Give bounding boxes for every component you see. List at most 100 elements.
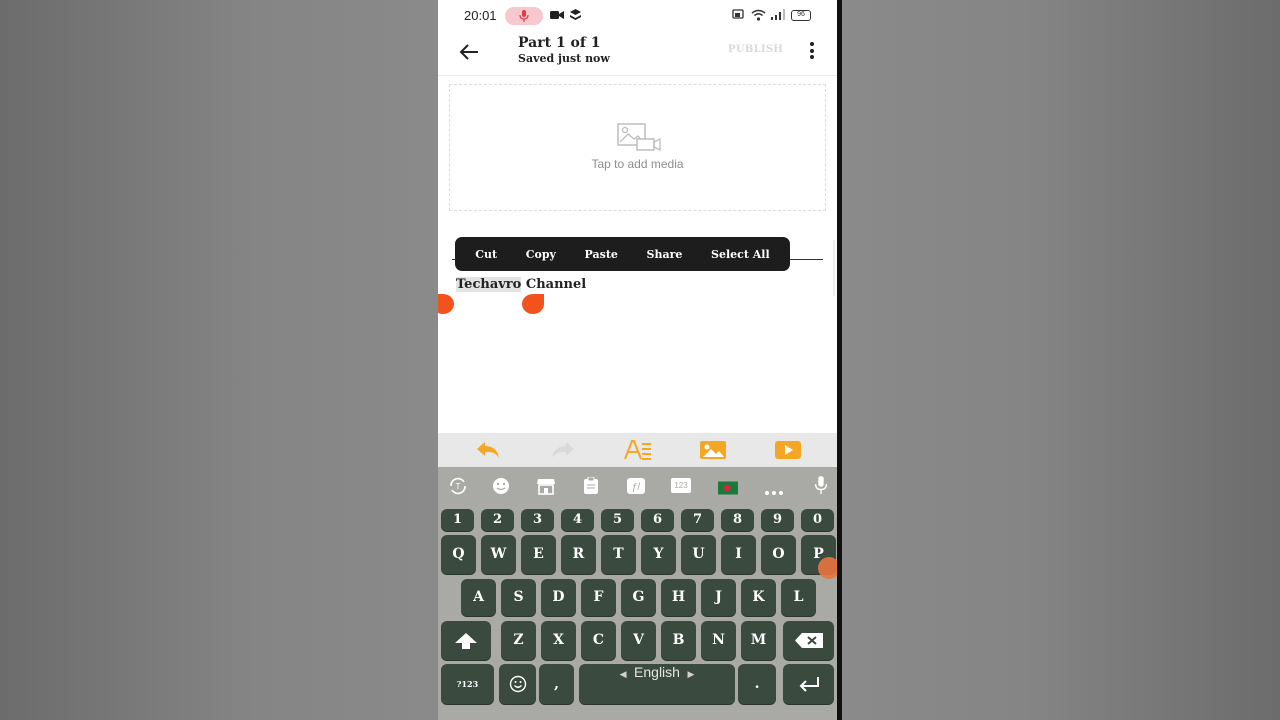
insert-image-icon[interactable] [699,440,727,460]
back-arrow-icon[interactable] [458,41,480,63]
enter-icon [799,677,819,692]
key-c[interactable]: C [581,621,616,660]
cut-button[interactable]: Cut [475,248,497,261]
status-time: 20:01 [464,8,497,23]
key-u[interactable]: U [681,535,716,574]
emoji-icon[interactable] [491,477,511,495]
share-button[interactable]: Share [647,248,683,261]
publish-button[interactable]: PUBLISH [728,44,783,55]
symbols-key[interactable]: ?123 [441,664,494,704]
key-0[interactable]: 0 [801,509,834,531]
redo-icon[interactable] [550,440,576,460]
text-format-icon[interactable] [624,440,652,460]
story-text[interactable]: Techavro Channel [456,277,586,292]
key-k[interactable]: K [741,579,776,616]
clipboard-icon[interactable] [582,477,600,495]
shift-arrow-icon [455,633,477,649]
key-x[interactable]: X [541,621,576,660]
key-b[interactable]: B [661,621,696,660]
key-3[interactable]: 3 [521,509,554,531]
editor-header: Part 1 of 1 Saved just now PUBLISH [438,32,837,76]
translate-icon[interactable]: ƒ/ [626,477,646,495]
key-i[interactable]: I [721,535,756,574]
text-selection-menu: Cut Copy Paste Share Select All [455,237,790,271]
key-e[interactable]: E [521,535,556,574]
key-r[interactable]: R [561,535,596,574]
save-status: Saved just now [518,52,610,65]
left-arrow-icon: ◀ [619,669,635,679]
video-camera-icon [550,11,564,19]
key-z[interactable]: Z [501,621,536,660]
period-key[interactable]: . [738,664,776,704]
key-1[interactable]: 1 [441,509,474,531]
bangladesh-flag-icon[interactable] [718,479,738,497]
key-t[interactable]: T [601,535,636,574]
wifi-icon [751,9,766,21]
copy-button[interactable]: Copy [526,248,556,261]
mic-recording-icon [505,7,543,25]
shift-key[interactable] [441,621,491,660]
svg-text:T: T [456,482,461,491]
editor-toolbar [438,433,837,467]
key-5[interactable]: 5 [601,509,634,531]
status-bar: 20:01 96 [438,0,837,32]
key-2[interactable]: 2 [481,509,514,531]
key-d[interactable]: D [541,579,576,616]
key-8[interactable]: 8 [721,509,754,531]
selected-text: Techavro [456,277,522,292]
key-s[interactable]: S [501,579,536,616]
number-pad-icon[interactable]: 123 [671,478,691,493]
more-options-icon[interactable] [806,42,818,62]
part-title: Part 1 of 1 [518,35,601,51]
key-q[interactable]: Q [441,535,476,574]
layers-icon [570,9,581,20]
cast-icon [732,9,744,19]
add-media-text: Tap to add media [591,157,684,171]
key-y[interactable]: Y [641,535,676,574]
selection-start-handle[interactable] [438,294,454,314]
key-h[interactable]: H [661,579,696,616]
backspace-key[interactable] [783,621,834,660]
battery-icon: 96 [791,10,811,21]
key-w[interactable]: W [481,535,516,574]
svg-text:ƒ/: ƒ/ [632,482,641,493]
selection-end-handle[interactable] [522,294,544,314]
scroll-indicator [833,240,835,296]
key-a[interactable]: A [461,579,496,616]
select-all-button[interactable]: Select All [711,248,770,261]
more-icon[interactable] [764,484,784,502]
comma-label: , [554,676,559,692]
language-label: English [634,664,680,680]
text-sync-icon[interactable]: T [448,477,468,495]
signal-icon [771,9,785,20]
phone-screen: 20:01 96 Part 1 of 1 Saved just now PUBL… [438,0,837,720]
right-arrow-icon: ▶ [679,669,695,679]
key-j[interactable]: J [701,579,736,616]
phone-edge [837,0,842,720]
store-icon[interactable] [536,477,556,495]
voice-input-icon[interactable] [814,476,828,494]
key-v[interactable]: V [621,621,656,660]
add-media-area[interactable]: Tap to add media [449,84,826,211]
key-9[interactable]: 9 [761,509,794,531]
touch-indicator [818,557,837,579]
key-m[interactable]: M [741,621,776,660]
comma-key[interactable]: , [539,664,574,704]
unselected-text: Channel [521,277,587,292]
space-bar[interactable]: ◀ English ▶ [579,664,735,704]
key-7[interactable]: 7 [681,509,714,531]
key-g[interactable]: G [621,579,656,616]
key-l[interactable]: L [781,579,816,616]
undo-icon[interactable] [475,440,501,460]
key-n[interactable]: N [701,621,736,660]
emoji-key[interactable] [499,664,536,704]
paste-button[interactable]: Paste [585,248,618,261]
insert-video-icon[interactable] [774,440,802,460]
key-o[interactable]: O [761,535,796,574]
smiley-icon [509,675,526,693]
image-video-icon [617,123,661,152]
key-f[interactable]: F [581,579,616,616]
key-4[interactable]: 4 [561,509,594,531]
enter-key[interactable] [783,664,834,704]
key-6[interactable]: 6 [641,509,674,531]
